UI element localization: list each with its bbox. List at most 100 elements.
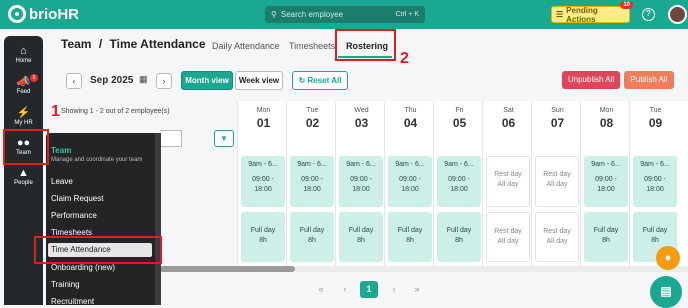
last-page-button[interactable]: » bbox=[408, 281, 426, 298]
question-circle-icon[interactable]: ? bbox=[642, 8, 655, 21]
breadcrumb-separator: / bbox=[98, 37, 103, 51]
shift-text: 8h bbox=[602, 237, 610, 244]
shift-cell[interactable]: 9am - 6... 09:00 - 18:00 bbox=[437, 156, 481, 207]
chevron-left-icon: ‹ bbox=[72, 76, 76, 86]
grid-column-divider bbox=[629, 101, 630, 266]
day-header: Tue 09 bbox=[631, 107, 680, 130]
unpublish-all-button[interactable]: Unpublish All bbox=[562, 71, 620, 89]
rest-day-cell[interactable]: Rest day All day bbox=[535, 156, 579, 207]
scrollbar-thumb[interactable] bbox=[160, 266, 295, 272]
brio-logo-icon bbox=[8, 5, 26, 23]
shift-text: 9am - 6... bbox=[248, 161, 278, 168]
rest-day-cell[interactable]: Rest day All day bbox=[535, 212, 579, 262]
annotation-box-time-attendance bbox=[34, 236, 162, 264]
day-header: Fri 05 bbox=[435, 107, 484, 130]
full-day-cell[interactable]: Full day 8h bbox=[290, 212, 334, 262]
person-icon[interactable]: ● bbox=[656, 246, 680, 270]
publish-all-button[interactable]: Publish All bbox=[624, 71, 674, 89]
reset-all-label: Reset All bbox=[307, 76, 342, 85]
shift-text: 18:00 bbox=[254, 186, 272, 193]
sidebar-item-my-hr[interactable]: ⚡ My HR bbox=[4, 107, 43, 126]
shift-text: 18:00 bbox=[597, 186, 615, 193]
shift-cell[interactable]: 9am - 6... 09:00 - 18:00 bbox=[290, 156, 334, 207]
sidebar-item-home[interactable]: ⌂ Home bbox=[4, 45, 43, 64]
tab-timesheets[interactable]: Timesheets bbox=[289, 41, 335, 51]
day-number: 04 bbox=[403, 116, 418, 130]
home-icon: ⌂ bbox=[20, 45, 27, 57]
shift-text: 18:00 bbox=[646, 186, 664, 193]
prev-page-button[interactable]: ‹ bbox=[336, 281, 354, 298]
shift-text: 8h bbox=[259, 237, 267, 244]
shift-cell[interactable]: 9am - 6... 09:00 - 18:00 bbox=[584, 156, 628, 207]
brio-logo[interactable]: brioHR bbox=[8, 5, 79, 23]
menu-item-claim-request[interactable]: Claim Request bbox=[51, 194, 103, 203]
shift-text: Full day bbox=[250, 227, 276, 234]
refresh-icon: ↻ bbox=[298, 76, 306, 85]
avatar[interactable] bbox=[668, 5, 687, 24]
reset-all-button[interactable]: ↻ Reset All bbox=[292, 71, 348, 90]
shift-cell[interactable]: 9am - 6... 09:00 - 18:00 bbox=[633, 156, 677, 207]
menu-item-onboarding[interactable]: Onboarding (new) bbox=[51, 263, 115, 272]
full-day-cell[interactable]: Full day 8h bbox=[388, 212, 432, 262]
shift-text: Full day bbox=[348, 227, 374, 234]
shift-text: Rest day bbox=[494, 171, 522, 178]
search-input[interactable]: ⚲ Search employee Ctrl + K bbox=[265, 6, 425, 23]
full-day-cell[interactable]: Full day 8h bbox=[584, 212, 628, 262]
full-day-cell[interactable]: Full day 8h bbox=[339, 212, 383, 262]
shift-text: 09:00 - bbox=[301, 176, 323, 183]
chat-icon[interactable]: ▤ bbox=[650, 276, 682, 308]
first-page-button[interactable]: « bbox=[312, 281, 330, 298]
employee-filter-input[interactable] bbox=[160, 130, 182, 147]
day-number: 06 bbox=[501, 116, 516, 130]
breadcrumb-page: Time Attendance bbox=[109, 37, 206, 51]
next-month-button[interactable]: › bbox=[156, 73, 172, 89]
day-number: 07 bbox=[550, 116, 565, 130]
calendar-icon[interactable]: ▦ bbox=[139, 74, 148, 85]
day-name: Sun bbox=[551, 107, 564, 114]
rest-day-cell[interactable]: Rest day All day bbox=[486, 212, 530, 262]
shift-text: 9am - 6... bbox=[591, 161, 621, 168]
shift-text: 9am - 6... bbox=[297, 161, 327, 168]
day-header: Wed 03 bbox=[337, 107, 386, 130]
menu-item-training[interactable]: Training bbox=[51, 280, 80, 289]
annotation-box-rostering bbox=[335, 29, 396, 61]
current-page-button[interactable]: 1 bbox=[360, 281, 378, 298]
full-day-cell[interactable]: Full day 8h bbox=[437, 212, 481, 262]
month-view-button[interactable]: Month view bbox=[181, 71, 233, 90]
tab-daily-attendance[interactable]: Daily Attendance bbox=[212, 41, 280, 51]
shift-text: 09:00 - bbox=[399, 176, 421, 183]
search-icon: ⚲ bbox=[271, 10, 277, 19]
pending-count-badge: 10 bbox=[620, 1, 633, 9]
menu-item-performance[interactable]: Performance bbox=[51, 211, 97, 220]
sidebar-item-people[interactable]: ▲ People bbox=[4, 167, 43, 186]
day-name: Mon bbox=[256, 107, 271, 114]
day-name: Thu bbox=[404, 107, 417, 114]
employee-count-text: Showing 1 - 2 out of 2 employee(s) bbox=[61, 108, 170, 115]
menu-scrollbar[interactable] bbox=[155, 133, 161, 305]
menu-item-leave[interactable]: Leave bbox=[51, 177, 73, 186]
shift-cell[interactable]: 9am - 6... 09:00 - 18:00 bbox=[241, 156, 285, 207]
rest-day-cell[interactable]: Rest day All day bbox=[486, 156, 530, 207]
shift-text: 18:00 bbox=[450, 186, 468, 193]
shift-text: Full day bbox=[446, 227, 472, 234]
shift-text: All day bbox=[546, 181, 568, 188]
sidebar-item-feed[interactable]: 📣 5 Feed bbox=[4, 74, 43, 95]
day-number: 01 bbox=[256, 116, 271, 130]
shift-text: All day bbox=[497, 238, 519, 245]
next-page-button[interactable]: › bbox=[385, 281, 403, 298]
shift-text: All day bbox=[497, 181, 519, 188]
shift-text: Rest day bbox=[543, 228, 571, 235]
shift-cell[interactable]: 9am - 6... 09:00 - 18:00 bbox=[339, 156, 383, 207]
day-header: Mon 01 bbox=[239, 107, 288, 130]
filter-button[interactable]: ▼ bbox=[214, 130, 234, 147]
pending-actions-button[interactable]: ☰ Pending Actions 10 bbox=[551, 1, 633, 24]
week-view-button[interactable]: Week view bbox=[235, 71, 283, 90]
day-number: 09 bbox=[648, 116, 663, 130]
roster-calendar: Mon 01 9am - 6... 09:00 - 18:00 Full day 8h Tue… bbox=[237, 101, 688, 266]
prev-month-button[interactable]: ‹ bbox=[66, 73, 82, 89]
breadcrumb-team[interactable]: Team bbox=[61, 37, 91, 51]
shift-cell[interactable]: 9am - 6... 09:00 - 18:00 bbox=[388, 156, 432, 207]
sidebar-item-label: People bbox=[14, 180, 33, 186]
full-day-cell[interactable]: Full day 8h bbox=[241, 212, 285, 262]
shift-text: 09:00 - bbox=[350, 176, 372, 183]
